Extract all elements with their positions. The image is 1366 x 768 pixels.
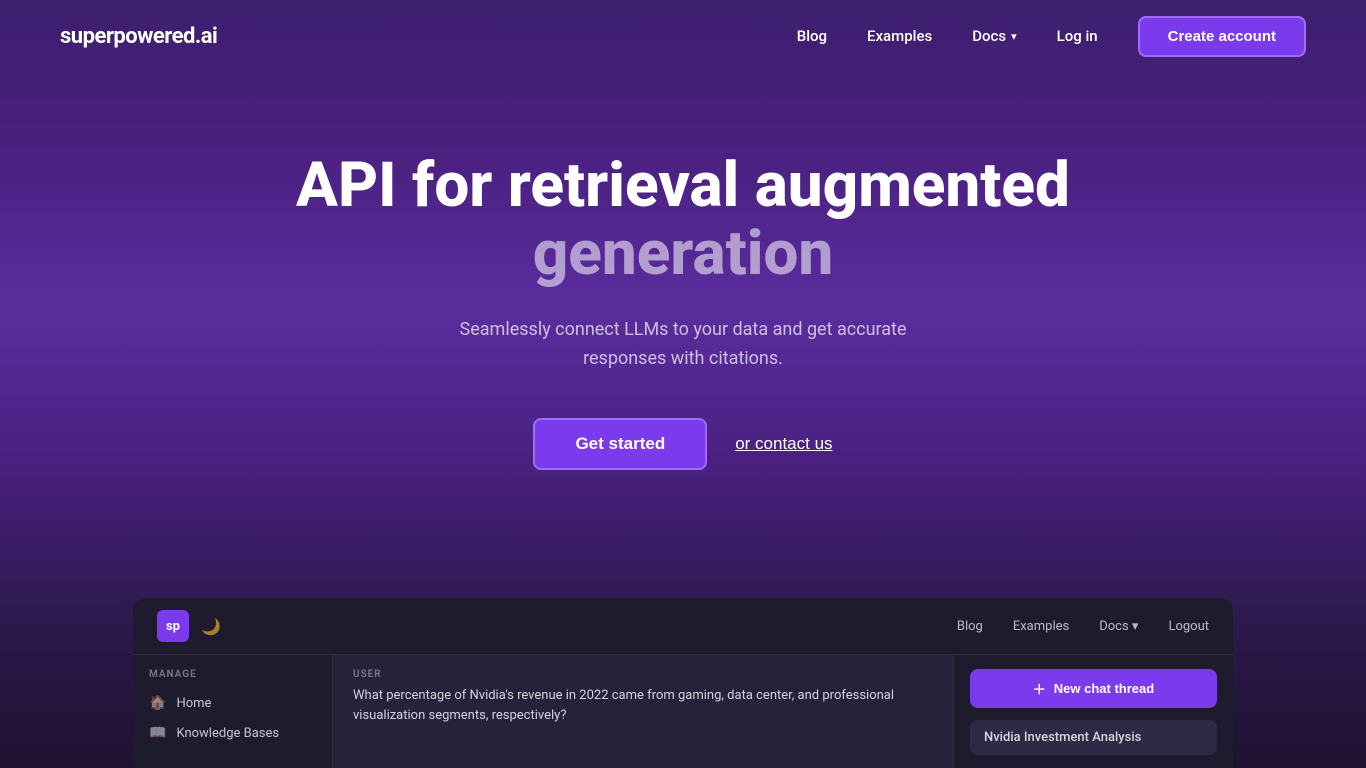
dashboard-preview: sp 🌙 Blog Examples Docs ▾ Logout MANAGE … [133, 598, 1233, 768]
hero-section: superpowered.ai Blog Examples Docs ▾ Log… [0, 0, 1366, 768]
sidebar-item-knowledge-bases[interactable]: 📖 Knowledge Bases [133, 718, 332, 748]
navbar: superpowered.ai Blog Examples Docs ▾ Log… [0, 0, 1366, 72]
nav-examples[interactable]: Examples [867, 27, 932, 45]
chevron-down-icon: ▾ [1011, 30, 1017, 43]
hero-actions: Get started or contact us [533, 418, 832, 470]
dashboard-logo: sp [157, 610, 189, 642]
dashboard-nav-examples[interactable]: Examples [1013, 619, 1069, 634]
dashboard-nav-docs[interactable]: Docs ▾ [1099, 619, 1138, 634]
dashboard-body: MANAGE 🏠 Home 📖 Knowledge Bases USER Wha… [133, 655, 1233, 768]
dashboard-chevron-icon: ▾ [1132, 619, 1139, 634]
hero-title: API for retrieval augmented generation [296, 152, 1070, 288]
nav-login[interactable]: Log in [1057, 27, 1098, 45]
sidebar-item-home[interactable]: 🏠 Home [133, 688, 332, 718]
dashboard-docs-label: Docs [1099, 619, 1128, 634]
new-chat-label: New chat thread [1054, 681, 1154, 696]
chat-user-label: USER [353, 669, 933, 680]
get-started-button[interactable]: Get started [533, 418, 707, 470]
book-icon: 📖 [149, 725, 166, 741]
new-chat-button[interactable]: ＋ New chat thread [970, 669, 1217, 708]
sidebar-knowledge-bases-label: Knowledge Bases [176, 726, 279, 741]
moon-icon[interactable]: 🌙 [201, 617, 221, 636]
dashboard-main: USER What percentage of Nvidia's revenue… [333, 655, 953, 768]
create-account-button[interactable]: Create account [1138, 16, 1306, 57]
nav-docs[interactable]: Docs ▾ [972, 27, 1016, 45]
chat-message: What percentage of Nvidia's revenue in 2… [353, 686, 933, 725]
hero-subtitle: Seamlessly connect LLMs to your data and… [443, 316, 923, 374]
dashboard-right-panel: ＋ New chat thread Nvidia Investment Anal… [953, 655, 1233, 768]
hero-title-line2: generation [533, 217, 834, 290]
home-icon: 🏠 [149, 695, 166, 711]
nav-docs-label: Docs [972, 27, 1006, 45]
hero-title-line1: API for retrieval augmented [296, 149, 1070, 222]
brand-logo[interactable]: superpowered.ai [60, 24, 217, 49]
contact-button[interactable]: or contact us [735, 434, 832, 454]
plus-icon: ＋ [1033, 679, 1046, 698]
navbar-links: Blog Examples Docs ▾ Log in Create accou… [797, 16, 1306, 57]
dashboard-nav-blog[interactable]: Blog [957, 619, 983, 634]
dashboard-nav-links: Blog Examples Docs ▾ Logout [957, 619, 1209, 634]
dashboard-sidebar: MANAGE 🏠 Home 📖 Knowledge Bases [133, 655, 333, 768]
dashboard-topbar: sp 🌙 Blog Examples Docs ▾ Logout [133, 598, 1233, 655]
dashboard-topbar-left: sp 🌙 [157, 610, 221, 642]
nvidia-card[interactable]: Nvidia Investment Analysis [970, 720, 1217, 755]
sidebar-home-label: Home [176, 696, 211, 711]
sidebar-manage-label: MANAGE [133, 669, 332, 680]
nav-blog[interactable]: Blog [797, 27, 827, 45]
dashboard-logout[interactable]: Logout [1168, 619, 1209, 634]
